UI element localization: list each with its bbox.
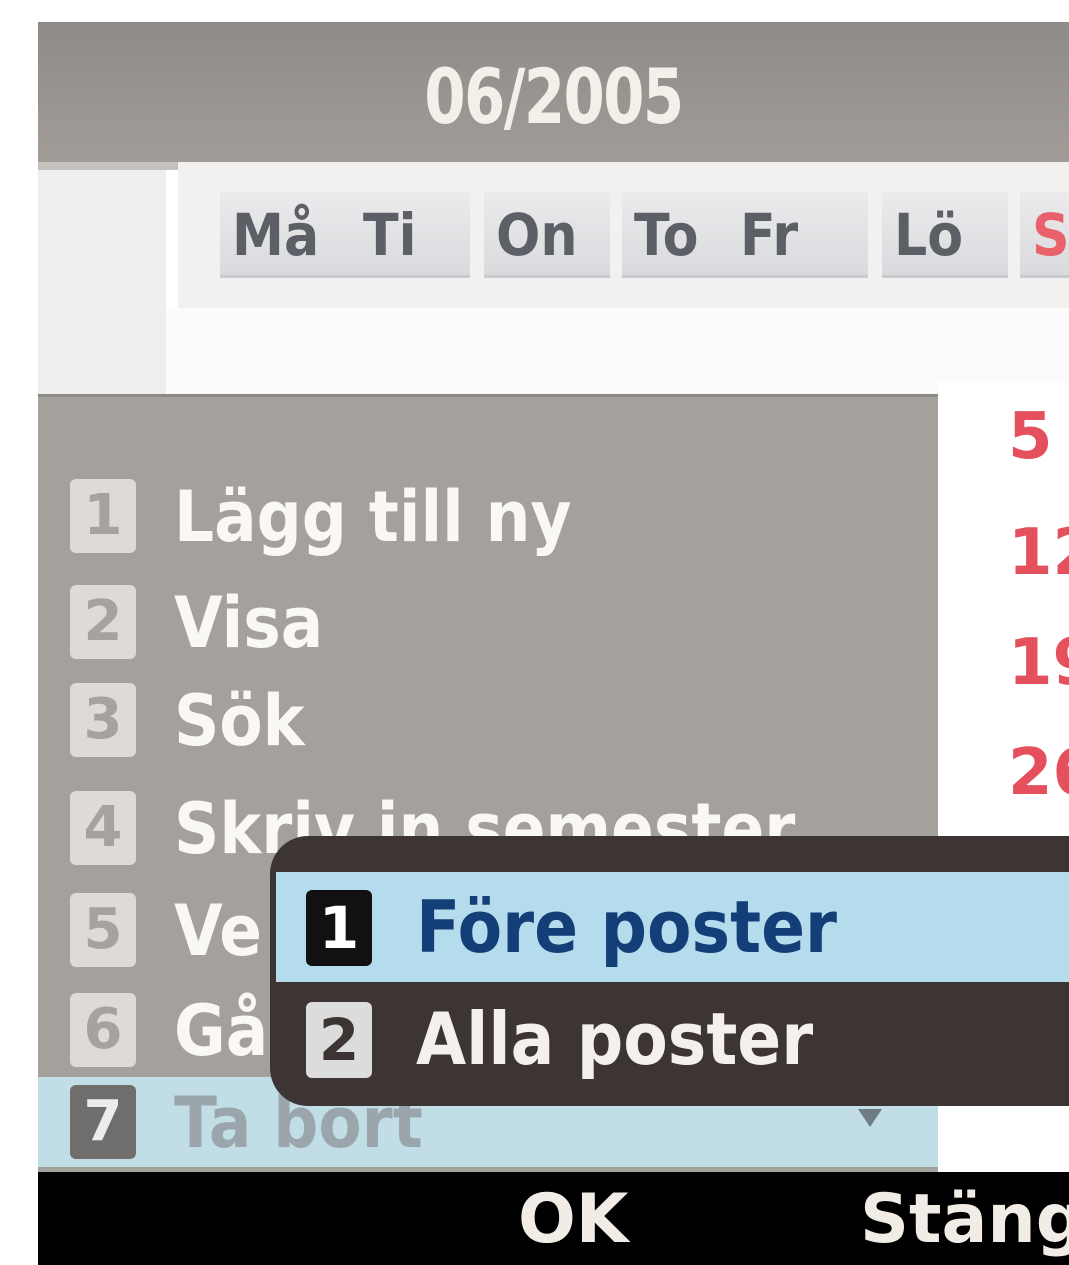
menu-number-badge: 4 — [70, 791, 136, 865]
weekday-sat: Lö — [894, 201, 964, 269]
softkey-bar: OK Stäng — [38, 1172, 1069, 1265]
month-title: 06/2005 — [424, 52, 684, 141]
menu-number-badge: 1 — [70, 479, 136, 553]
date-cell[interactable]: 5 — [1008, 400, 1053, 474]
menu-item-label: Gå — [174, 990, 269, 1072]
weekday-sun: Sö — [1032, 201, 1069, 269]
menu-number-badge: 7 — [70, 1085, 136, 1159]
delete-submenu: 1 Före poster 2 Alla poster — [270, 836, 1069, 1106]
weekday-group-th-fr: To Fr — [622, 192, 868, 278]
weekday-group-su: Sö — [1020, 192, 1069, 278]
submenu-item-before-entries[interactable]: 1 Före poster — [276, 872, 1069, 982]
date-cell[interactable]: 19 — [1008, 626, 1069, 700]
weekday-tue: Ti — [362, 201, 417, 269]
submenu-item-all-entries[interactable]: 2 Alla poster — [276, 984, 1069, 1096]
submenu-number-badge: 2 — [306, 1002, 372, 1078]
weekday-header: Må Ti On To Fr Lö Sö — [178, 162, 1069, 308]
date-cell[interactable]: 26 — [1008, 736, 1069, 810]
menu-item-label: Lägg till ny — [174, 476, 572, 558]
menu-item-label: Sök — [174, 680, 305, 762]
title-bar: 06/2005 — [38, 22, 1069, 170]
date-cell[interactable]: 12 — [1008, 516, 1069, 590]
phone-screen: 06/2005 MåTi On ToFr Lö Sö 5 12 19 26 1 … — [38, 22, 1069, 1265]
ok-softkey[interactable]: OK — [518, 1180, 629, 1259]
weekday-group-we: On — [484, 192, 610, 278]
menu-item-label: Ve — [174, 890, 263, 972]
weekday-thu: To — [634, 201, 699, 269]
weekday-mon: Må — [232, 201, 320, 269]
menu-number-badge: 5 — [70, 893, 136, 967]
close-softkey[interactable]: Stäng — [860, 1180, 1069, 1259]
submenu-item-label: Alla poster — [416, 997, 814, 1081]
menu-number-badge: 2 — [70, 585, 136, 659]
submenu-number-badge: 1 — [306, 890, 372, 966]
weekday-group-mo-tu: Må Ti — [220, 192, 470, 278]
submenu-item-label: Före poster — [416, 885, 837, 969]
menu-number-badge: 3 — [70, 683, 136, 757]
menu-number-badge: 6 — [70, 993, 136, 1067]
submenu-arrow-icon — [858, 1109, 882, 1127]
weekday-group-sa: Lö — [882, 192, 1008, 278]
weekday-fri: Fr — [739, 201, 798, 269]
menu-item-label: Visa — [174, 582, 324, 664]
weekday-wed: On — [496, 201, 578, 269]
